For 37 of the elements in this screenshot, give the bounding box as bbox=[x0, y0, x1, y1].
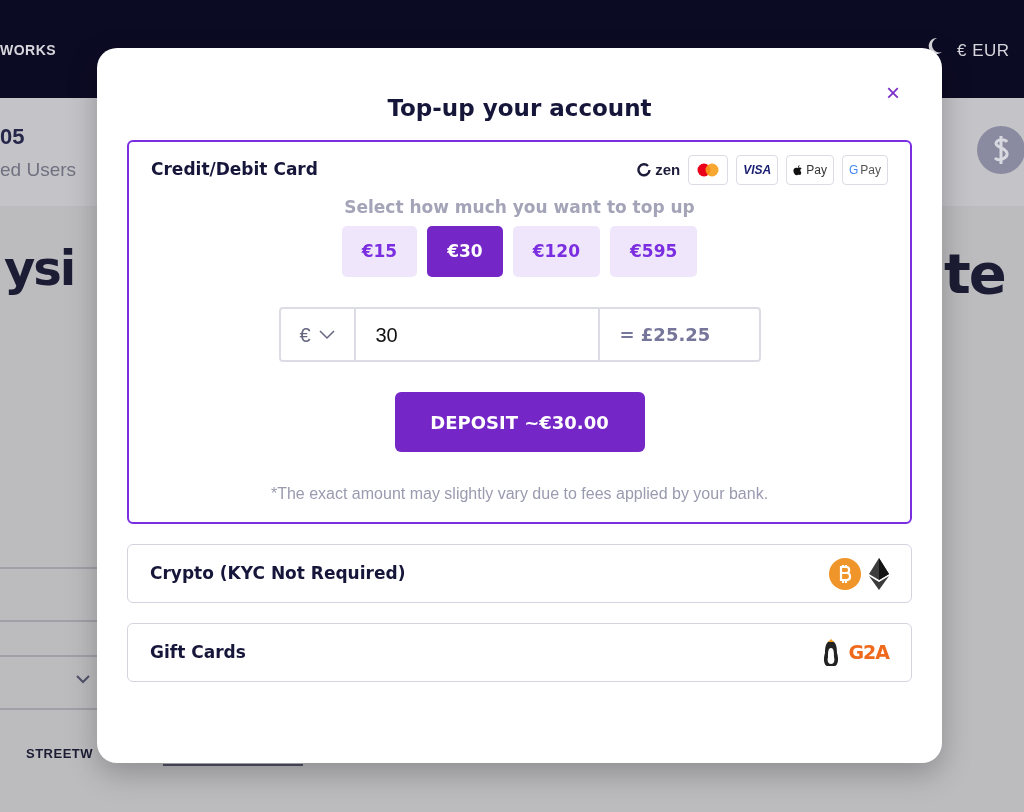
crypto-payment-panel[interactable]: Crypto (KYC Not Required) bbox=[127, 544, 912, 603]
deposit-button[interactable]: DEPOSIT ~€30.00 bbox=[394, 392, 645, 452]
amount-option[interactable]: €30 bbox=[427, 226, 503, 277]
mastercard-logo bbox=[688, 155, 729, 185]
converted-amount: = £25.25 bbox=[597, 307, 761, 362]
stat-value: 05 bbox=[0, 123, 25, 151]
stat-label: ed Users bbox=[0, 158, 77, 182]
headline: ysi bbox=[4, 239, 75, 298]
headline: te bbox=[944, 240, 1005, 308]
payment-method-title: Credit/Debit Card bbox=[151, 158, 318, 182]
gift-card-payment-panel[interactable]: Gift Cards G2A bbox=[127, 623, 912, 682]
amount-option[interactable]: €15 bbox=[341, 226, 418, 277]
g2a-logo: G2A bbox=[848, 640, 889, 666]
amount-option[interactable]: €595 bbox=[610, 226, 698, 277]
currency-dropdown[interactable]: € bbox=[278, 307, 356, 362]
chevron-icon[interactable] bbox=[75, 674, 91, 684]
close-button[interactable]: × bbox=[880, 80, 906, 106]
footer-label: STREETW bbox=[26, 745, 94, 763]
zen-logo: zen bbox=[637, 158, 681, 182]
payment-method-title: Crypto (KYC Not Required) bbox=[150, 561, 406, 585]
ethereum-icon bbox=[869, 557, 889, 590]
amount-field[interactable]: 30 bbox=[355, 307, 598, 362]
amount-option[interactable]: €120 bbox=[512, 226, 600, 277]
google-pay-logo: G Pay bbox=[841, 155, 888, 185]
visa-logo: VISA bbox=[736, 155, 779, 185]
dollar-icon bbox=[977, 126, 1024, 174]
apple-pay-logo: Pay bbox=[786, 155, 834, 185]
payment-method-title: Gift Cards bbox=[150, 640, 246, 664]
penguin-icon bbox=[822, 638, 841, 667]
card-payment-panel[interactable]: Credit/Debit Card zen VISA Pay G Pay Select how much you want to top up €15 €30 €120 €595 € 30 = £25.25 DEPOSIT ~€30.00 *The exact amount may slightly vary due to fees applied by your bank. bbox=[127, 139, 912, 524]
fee-note: *The exact amount may slightly vary due to fees applied by your bank. bbox=[270, 484, 769, 504]
chevron-down-icon[interactable] bbox=[318, 329, 335, 340]
currency-selector[interactable]: € EUR bbox=[957, 38, 1010, 64]
nav-link[interactable]: WORKS bbox=[0, 40, 57, 61]
modal-title: Top-up your account bbox=[386, 94, 653, 123]
bitcoin-icon bbox=[829, 557, 861, 590]
amount-prompt: Select how much you want to top up bbox=[344, 195, 695, 219]
